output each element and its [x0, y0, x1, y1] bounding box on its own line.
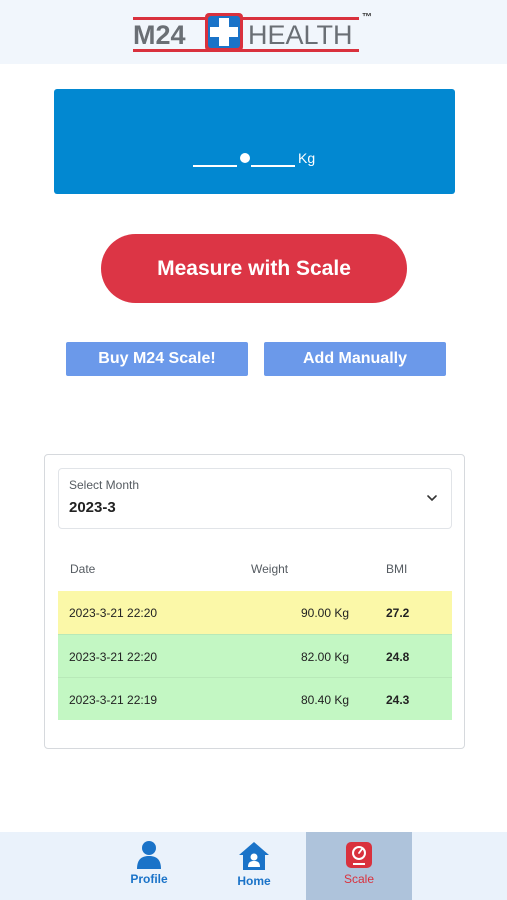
month-select-label: Select Month	[69, 478, 140, 492]
buy-scale-button[interactable]: Buy M24 Scale!	[66, 342, 248, 376]
weight-history-card: Select Month 2023-3 Date Weight BMI 2023…	[44, 454, 465, 749]
bottom-navigation: Profile Home Scale	[0, 832, 507, 900]
app-header: M24 HEALTH ™	[0, 0, 507, 64]
logo-text-left: M24	[133, 20, 186, 50]
weight-unit: Kg	[298, 150, 316, 166]
table-row[interactable]: 2023-3-21 22:20 90.00 Kg 27.2	[58, 591, 452, 634]
row-bmi: 24.3	[386, 693, 410, 707]
row-date: 2023-3-21 22:20	[69, 606, 158, 620]
row-date: 2023-3-21 22:20	[69, 650, 158, 664]
logo-text-right: HEALTH	[248, 20, 353, 50]
table-row[interactable]: 2023-3-21 22:20 82.00 Kg 24.8	[58, 634, 452, 677]
nav-scale-label: Scale	[343, 872, 375, 886]
nav-profile-label: Profile	[130, 872, 168, 886]
column-header-weight: Weight	[251, 562, 289, 576]
home-icon	[239, 842, 269, 870]
m24-health-logo: M24 HEALTH ™	[133, 12, 378, 56]
column-header-date: Date	[70, 562, 96, 576]
nav-home-label: Home	[237, 874, 271, 888]
month-select-value: 2023-3	[69, 499, 116, 516]
weight-decimal-placeholder	[251, 165, 295, 167]
measure-with-scale-button[interactable]: Measure with Scale	[101, 234, 407, 303]
nav-scale[interactable]: Scale	[306, 832, 412, 900]
row-weight: 82.00 Kg	[301, 650, 350, 664]
red-cross-icon	[205, 13, 243, 51]
month-select[interactable]: Select Month 2023-3	[58, 468, 452, 529]
weight-display: Kg	[54, 89, 455, 194]
row-weight: 80.40 Kg	[301, 693, 350, 707]
row-bmi: 24.8	[386, 650, 410, 664]
weight-integer-placeholder	[193, 165, 237, 167]
row-weight: 90.00 Kg	[301, 606, 350, 620]
row-bmi: 27.2	[386, 606, 410, 620]
table-row[interactable]: 2023-3-21 22:19 80.40 Kg 24.3	[58, 677, 452, 720]
trademark-symbol: ™	[362, 12, 372, 23]
decimal-point	[240, 153, 250, 163]
row-date: 2023-3-21 22:19	[69, 693, 158, 707]
person-icon	[137, 841, 161, 869]
column-header-bmi: BMI	[386, 562, 408, 576]
add-manually-button[interactable]: Add Manually	[264, 342, 446, 376]
app-screen: M24 HEALTH ™ Kg Measure with Scale Buy M…	[0, 0, 507, 900]
scale-icon	[346, 842, 372, 868]
nav-profile[interactable]: Profile	[110, 832, 188, 900]
nav-home[interactable]: Home	[214, 832, 294, 900]
chevron-down-icon	[427, 495, 437, 502]
